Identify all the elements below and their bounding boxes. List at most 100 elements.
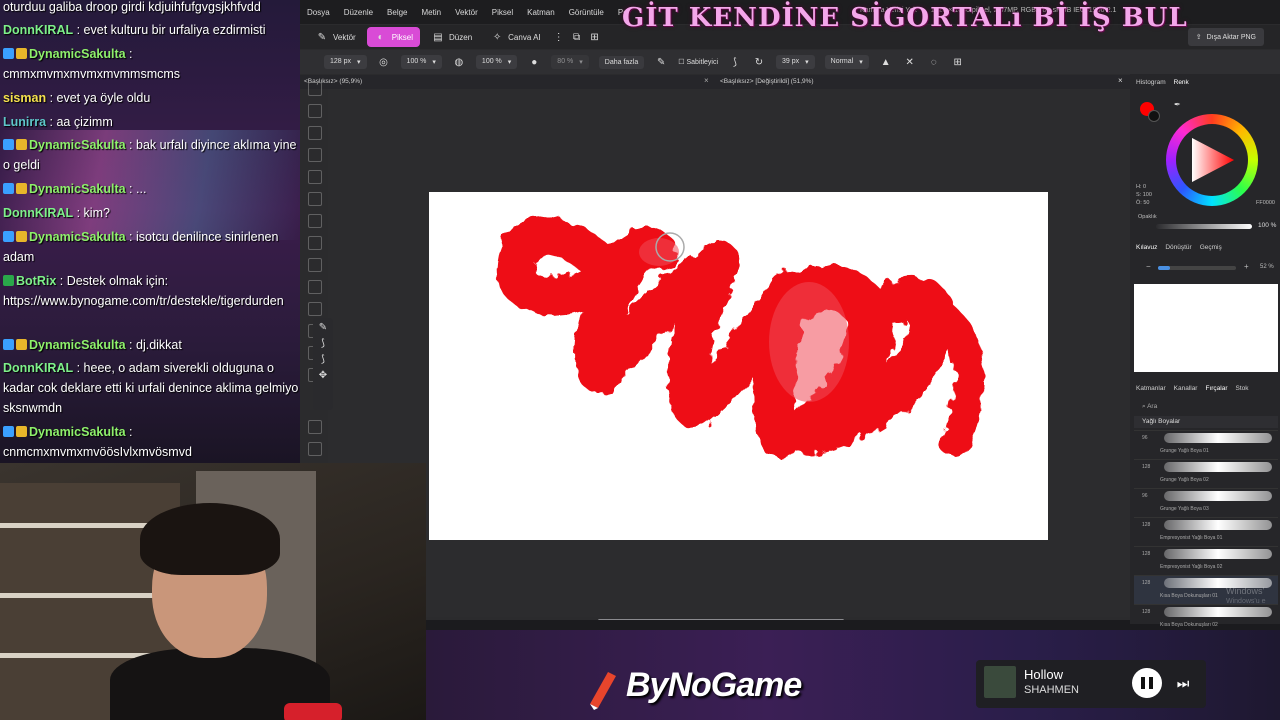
tab-stock[interactable]: Stok — [1236, 385, 1249, 392]
opacity-field[interactable]: 100 % ▾ — [400, 55, 442, 69]
brush-search-input[interactable]: ⌕ Ara — [1134, 400, 1278, 414]
brush-width-field[interactable]: 128 px ▾ — [324, 55, 367, 69]
brush-item[interactable]: 128 Empresyonist Yağlı Boya 01 — [1134, 517, 1278, 546]
pause-button[interactable] — [1132, 668, 1162, 698]
grid-icon[interactable]: ⊞ — [588, 30, 602, 44]
menu-piksel[interactable]: Piksel — [492, 8, 513, 17]
export-png-button[interactable]: ⇪ Dışa Aktar PNG — [1187, 28, 1264, 46]
brushes-panel-tabs: Katmanlar Kanallar Fırçalar Stok — [1130, 382, 1280, 394]
color-triangle[interactable] — [1182, 130, 1242, 190]
more-icon[interactable]: ⋮ — [552, 30, 566, 44]
tab-transform[interactable]: Dönüştür — [1165, 244, 1191, 251]
clone-tool-icon[interactable] — [308, 280, 322, 294]
assistant-icon[interactable]: ⧉ — [570, 30, 584, 44]
right-studio-panel: × Histogram Renk ✒ H: 0 S: 100 Ö: 50 FF0… — [1118, 74, 1280, 628]
force-pressure-icon[interactable]: ◌ — [927, 55, 941, 69]
pixel-brush-icon[interactable]: ⟆ — [317, 338, 329, 350]
close-tab-icon[interactable]: × — [704, 76, 709, 85]
zoom-in-icon[interactable]: + — [1244, 262, 1249, 271]
eyedropper-icon[interactable]: ✒ — [1174, 100, 1181, 109]
eraser-tool-icon[interactable] — [308, 214, 322, 228]
brush-size: 96 — [1142, 435, 1148, 441]
brush-item[interactable]: 96 Grunge Yağlı Boya 01 — [1134, 430, 1278, 459]
tab-document-2[interactable]: <Başlıksız> [Değiştirildi] (51,9%) — [720, 78, 814, 85]
hardness-field[interactable]: 80 % ▾ — [551, 55, 589, 69]
persona-vector[interactable]: ✎ Vektör — [308, 27, 363, 47]
move-tool-icon[interactable] — [308, 82, 322, 96]
window-icon[interactable]: ↻ — [752, 55, 766, 69]
menu-belge[interactable]: Belge — [387, 8, 407, 17]
options-icon[interactable]: ⊞ — [951, 55, 965, 69]
move-icon[interactable]: ✥ — [317, 370, 329, 382]
edit-icon[interactable]: ✎ — [654, 55, 668, 69]
opacity-slider[interactable] — [1156, 224, 1252, 229]
tab-color[interactable]: Renk — [1174, 79, 1189, 86]
brush-preview — [1164, 433, 1272, 443]
flow-field[interactable]: 100 % ▾ — [475, 55, 518, 69]
chevron-down-icon: ▾ — [579, 59, 583, 66]
persona-canva-ai[interactable]: ✧ Canva AI — [483, 27, 547, 47]
chat-username: DonnKIRAL — [3, 206, 74, 220]
menu-goruntule[interactable]: Görüntüle — [569, 8, 604, 17]
streamer-hair — [140, 503, 280, 575]
brush-item[interactable]: 128 Empresyonist Yağlı Boya 02 — [1134, 546, 1278, 575]
zoom-tool-icon[interactable] — [308, 442, 322, 456]
menu-duzenle[interactable]: Düzenle — [344, 8, 373, 17]
tab-navigator[interactable]: Kılavuz — [1136, 244, 1157, 251]
persona-layout[interactable]: ▤ Düzen — [424, 27, 479, 47]
hand-tool-icon[interactable] — [308, 420, 322, 434]
menu-dosya[interactable]: Dosya — [307, 8, 330, 17]
wet-edges-icon[interactable]: ▲ — [879, 55, 893, 69]
paint-brush-icon[interactable]: ✎ — [317, 322, 329, 334]
tab-history[interactable]: Geçmiş — [1200, 244, 1222, 251]
tab-channels[interactable]: Kanallar — [1174, 385, 1198, 392]
stabilizer-toggle[interactable]: ☐ Sabitleyici — [678, 58, 718, 66]
brush-item[interactable]: 128 Grunge Yağlı Boya 02 — [1134, 459, 1278, 488]
brush-item[interactable]: 96 Grunge Yağlı Boya 03 — [1134, 488, 1278, 517]
brush-size-field[interactable]: 39 px ▾ — [776, 55, 815, 69]
chat-text: oturduu galiba droop girdi kdjuihfufgvgs… — [3, 0, 261, 14]
fill-tool-icon[interactable] — [308, 236, 322, 250]
prime-badge-icon — [3, 339, 14, 350]
stream-chat: oturduu galiba droop girdi kdjuihfufgvgs… — [0, 0, 300, 463]
canvas-workspace[interactable] — [328, 89, 1130, 622]
protect-alpha-icon[interactable]: ✕ — [903, 55, 917, 69]
brush-settings-icon[interactable]: ◎ — [377, 55, 391, 69]
menu-vektor[interactable]: Vektör — [455, 8, 478, 17]
zoom-out-icon[interactable]: − — [1146, 262, 1151, 271]
more-options-button[interactable]: Daha fazla — [598, 55, 645, 69]
hex-value[interactable]: FF0000 — [1256, 200, 1275, 206]
crop-tool-icon[interactable] — [308, 126, 322, 140]
tab-layers[interactable]: Katmanlar — [1136, 385, 1166, 392]
lasso-tool-icon[interactable] — [308, 148, 322, 162]
close-icon[interactable]: × — [1118, 76, 1123, 85]
brush-category-select[interactable]: Yağlı Boyalar — [1134, 416, 1278, 428]
chat-message: DynamicSakulta : dj.dikkat — [3, 335, 299, 355]
opacity-value[interactable]: 100 % — [1258, 222, 1276, 229]
chat-message: BotRix : Destek olmak için: https://www.… — [3, 271, 299, 311]
layout-icon: ▤ — [433, 31, 443, 43]
drawing-canvas[interactable] — [429, 192, 1048, 540]
mixer-brush-icon[interactable]: ⟆ — [317, 354, 329, 366]
brush-name: Grunge Yağlı Boya 02 — [1160, 477, 1209, 483]
gradient-tool-icon[interactable] — [308, 258, 322, 272]
menu-katman[interactable]: Katman — [527, 8, 555, 17]
navigator-preview[interactable] — [1134, 284, 1278, 372]
next-track-icon[interactable]: ⏭ — [1174, 674, 1192, 692]
smudge-tool-icon[interactable] — [308, 302, 322, 316]
rope-icon[interactable]: ⟆ — [728, 55, 742, 69]
tab-brushes[interactable]: Fırçalar — [1205, 385, 1227, 392]
chat-message: DynamicSakulta : isotcu denilince sinirl… — [3, 227, 299, 267]
prime-badge-icon — [3, 183, 14, 194]
marquee-tool-icon[interactable] — [308, 170, 322, 184]
chat-username: sisman — [3, 91, 47, 105]
menu-metin[interactable]: Metin — [422, 8, 442, 17]
blend-mode-select[interactable]: Normal ▾ — [824, 55, 869, 69]
zoom-slider[interactable] — [1158, 266, 1236, 270]
persona-pixel[interactable]: ◐ Piksel — [366, 27, 421, 47]
background-color-swatch[interactable] — [1148, 110, 1160, 122]
tab-histogram[interactable]: Histogram — [1136, 79, 1166, 86]
paint-brush-tool-icon[interactable] — [308, 192, 322, 206]
brush-item[interactable]: 128 Kısa Boya Dokunuşları 02 — [1134, 604, 1278, 628]
selection-tool-icon[interactable] — [308, 104, 322, 118]
